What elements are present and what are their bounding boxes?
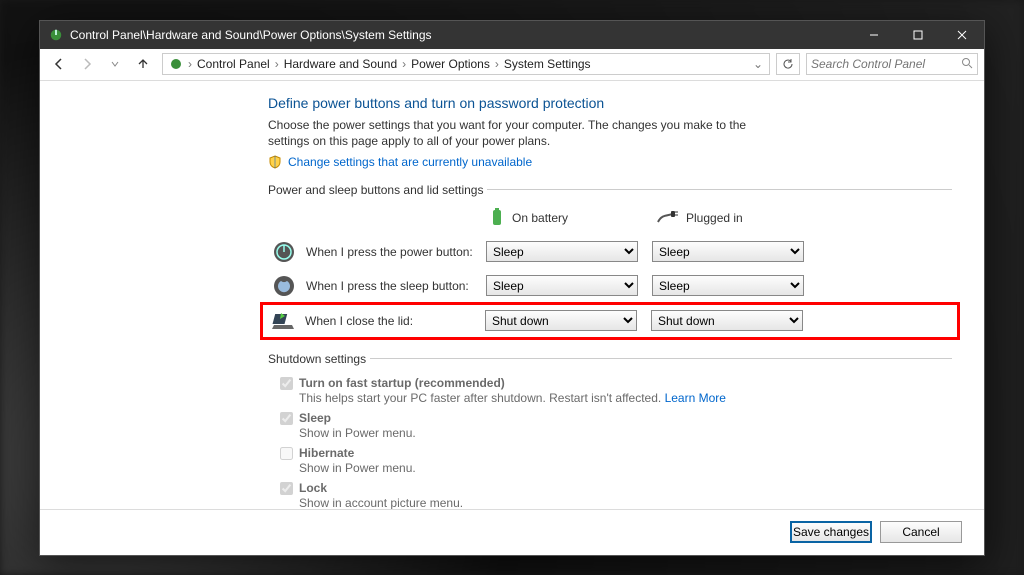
item-title: Sleep [299, 411, 331, 425]
window-title: Control Panel\Hardware and Sound\Power O… [70, 28, 432, 42]
sleep-checkbox [280, 412, 293, 425]
back-button[interactable] [46, 52, 72, 76]
titlebar[interactable]: Control Panel\Hardware and Sound\Power O… [40, 21, 984, 49]
item-sub: Show in Power menu. [299, 461, 416, 475]
row-label: When I close the lid: [305, 314, 413, 328]
item-sub: Show in Power menu. [299, 426, 416, 440]
recent-dropdown[interactable] [102, 52, 128, 76]
lid-battery-select[interactable]: Shut down [485, 310, 637, 331]
hibernate-item: HibernateShow in Power menu. [280, 446, 952, 475]
section-legend: Power and sleep buttons and lid settings [268, 183, 487, 197]
crumb-system-settings[interactable]: System Settings [500, 57, 595, 71]
lid-row-highlight: When I close the lid: Shut down Shut dow… [260, 302, 960, 340]
item-title: Lock [299, 481, 327, 495]
power-options-icon [48, 27, 64, 43]
lid-plugged-select[interactable]: Shut down [651, 310, 803, 331]
item-title: Turn on fast startup (recommended) [299, 376, 505, 390]
footer: Save changes Cancel [40, 509, 984, 555]
content-area: Define power buttons and turn on passwor… [40, 81, 984, 509]
minimize-button[interactable] [852, 21, 896, 49]
save-button[interactable]: Save changes [790, 521, 872, 543]
cancel-button[interactable]: Cancel [880, 521, 962, 543]
laptop-lid-icon [271, 309, 295, 333]
power-plan-icon [167, 55, 185, 73]
sleep-button-icon [272, 274, 296, 298]
shutdown-settings-section: Shutdown settings Turn on fast startup (… [268, 352, 952, 509]
crumb-hardware-sound[interactable]: Hardware and Sound [280, 57, 401, 71]
sleep-button-plugged-select[interactable]: Sleep [652, 275, 804, 296]
col-label-battery: On battery [512, 211, 568, 225]
address-bar: › Control Panel › Hardware and Sound › P… [40, 49, 984, 81]
refresh-button[interactable] [776, 53, 800, 75]
search-box[interactable] [806, 53, 978, 75]
col-on-battery: On battery [486, 207, 646, 230]
item-sub: This helps start your PC faster after sh… [299, 391, 661, 405]
item-title: Hibernate [299, 446, 354, 460]
window: Control Panel\Hardware and Sound\Power O… [39, 20, 985, 556]
power-buttons-section: Power and sleep buttons and lid settings… [268, 183, 952, 344]
power-button-battery-select[interactable]: Sleep [486, 241, 638, 262]
power-button-icon [272, 240, 296, 264]
power-button-plugged-select[interactable]: Sleep [652, 241, 804, 262]
change-settings-link[interactable]: Change settings that are currently unava… [288, 155, 532, 169]
close-button[interactable] [940, 21, 984, 49]
learn-more-link[interactable]: Learn More [665, 391, 726, 405]
row-label: When I press the power button: [306, 245, 473, 259]
section-legend: Shutdown settings [268, 352, 370, 366]
shield-icon [268, 155, 282, 169]
fast-startup-item: Turn on fast startup (recommended) This … [280, 376, 952, 405]
fast-startup-checkbox [280, 377, 293, 390]
page-description: Choose the power settings that you want … [268, 117, 768, 149]
col-label-plugged: Plugged in [686, 211, 743, 225]
row-close-lid: When I close the lid: [267, 309, 479, 333]
lock-item: LockShow in account picture menu. [280, 481, 952, 509]
forward-button[interactable] [74, 52, 100, 76]
sleep-item: SleepShow in Power menu. [280, 411, 952, 440]
plug-icon [656, 210, 678, 227]
page-heading: Define power buttons and turn on passwor… [268, 95, 952, 111]
battery-icon [490, 207, 504, 230]
row-sleep-button: When I press the sleep button: [268, 274, 480, 298]
search-input[interactable] [811, 57, 961, 71]
maximize-button[interactable] [896, 21, 940, 49]
sleep-button-battery-select[interactable]: Sleep [486, 275, 638, 296]
breadcrumb[interactable]: › Control Panel › Hardware and Sound › P… [162, 53, 770, 75]
crumb-power-options[interactable]: Power Options [407, 57, 494, 71]
lock-checkbox [280, 482, 293, 495]
crumb-control-panel[interactable]: Control Panel [193, 57, 274, 71]
row-label: When I press the sleep button: [306, 279, 469, 293]
item-sub: Show in account picture menu. [299, 496, 463, 509]
hibernate-checkbox [280, 447, 293, 460]
row-power-button: When I press the power button: [268, 240, 480, 264]
search-icon[interactable] [961, 57, 973, 72]
chevron-down-icon[interactable]: ⌄ [749, 57, 767, 71]
col-plugged-in: Plugged in [652, 210, 812, 227]
up-button[interactable] [130, 52, 156, 76]
